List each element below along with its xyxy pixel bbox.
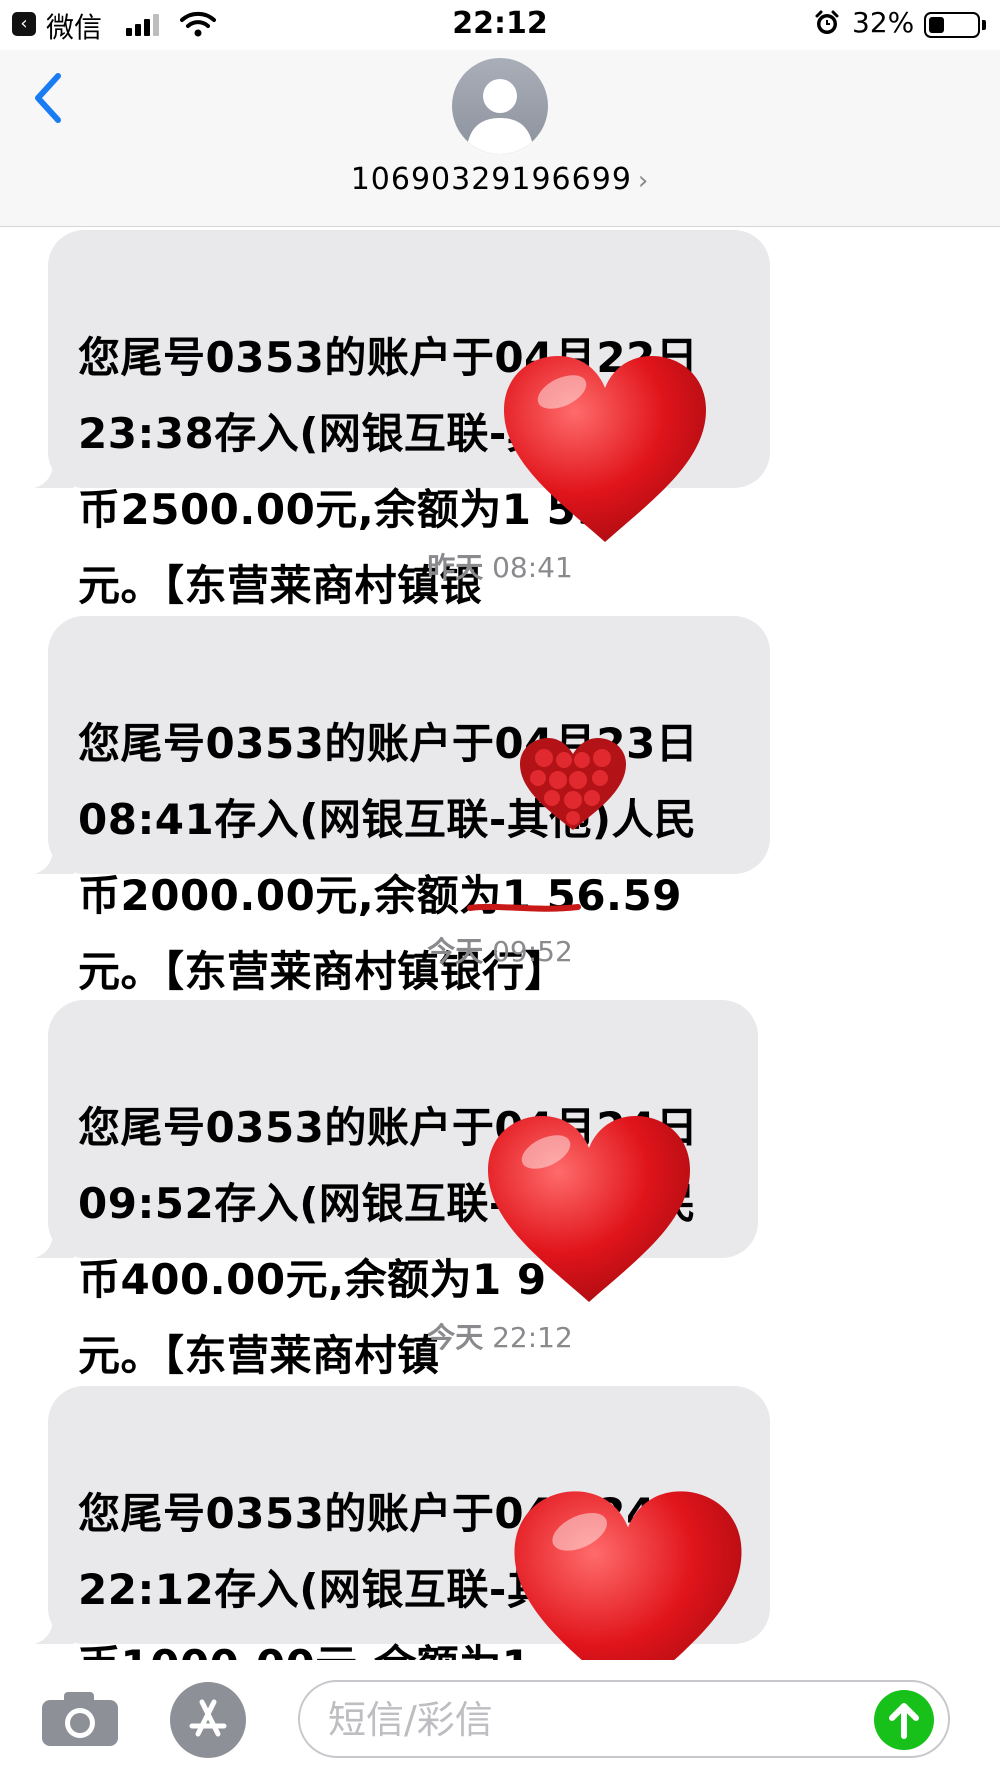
bubble-tail bbox=[34, 840, 74, 874]
status-bar: ‹ 微信 22:12 32% bbox=[0, 0, 1000, 50]
timestamp-time: 08:41 bbox=[492, 551, 573, 584]
conversation-header: 10690329196699 › bbox=[0, 50, 1000, 227]
message-timestamp: 昨天 08:41 bbox=[0, 546, 1000, 586]
message-bubble[interactable]: 您尾号0353的账户于04月23日 08:41存入(网银互联-其他)人民 币20… bbox=[34, 616, 770, 996]
contact-avatar[interactable] bbox=[452, 58, 548, 154]
app-store-glyph bbox=[189, 1699, 227, 1737]
alarm-icon bbox=[815, 10, 839, 34]
contact-chevron-icon: › bbox=[637, 166, 650, 196]
send-arrow-icon bbox=[889, 1703, 919, 1739]
heart-sticker-icon bbox=[488, 1116, 690, 1302]
message-timestamp: 今天 09:52 bbox=[0, 930, 1000, 970]
battery-percent: 32% bbox=[852, 6, 915, 39]
compose-bar bbox=[0, 1660, 1000, 1778]
contact-number: 10690329196699 bbox=[350, 162, 632, 197]
app-store-icon[interactable] bbox=[170, 1682, 246, 1758]
message-input-field[interactable] bbox=[298, 1680, 950, 1758]
timestamp-time: 22:12 bbox=[492, 1321, 573, 1354]
camera-icon[interactable] bbox=[40, 1690, 120, 1748]
bubble-tail bbox=[34, 1610, 74, 1644]
heart-sticker-icon bbox=[504, 356, 706, 542]
battery-level-fill bbox=[929, 17, 944, 33]
contact-name[interactable]: 10690329196699 › bbox=[0, 162, 1000, 197]
timestamp-time: 09:52 bbox=[492, 935, 573, 968]
bubble-tail bbox=[34, 1224, 74, 1258]
red-scribble-mark bbox=[467, 903, 581, 912]
message-timestamp: 今天 22:12 bbox=[0, 1316, 1000, 1356]
status-time: 22:12 bbox=[452, 6, 548, 41]
person-silhouette-icon bbox=[466, 79, 534, 154]
timestamp-day: 今天 bbox=[427, 1321, 484, 1354]
timestamp-day: 昨天 bbox=[427, 551, 484, 584]
timestamp-day: 今天 bbox=[427, 935, 484, 968]
send-button[interactable] bbox=[874, 1690, 934, 1750]
bubble-tail bbox=[34, 454, 74, 488]
battery-tip bbox=[982, 20, 986, 30]
message-input[interactable] bbox=[326, 1692, 870, 1748]
rose-heart-sticker-icon bbox=[520, 738, 626, 830]
battery-icon bbox=[924, 12, 980, 38]
back-chevron-icon[interactable] bbox=[28, 68, 68, 128]
